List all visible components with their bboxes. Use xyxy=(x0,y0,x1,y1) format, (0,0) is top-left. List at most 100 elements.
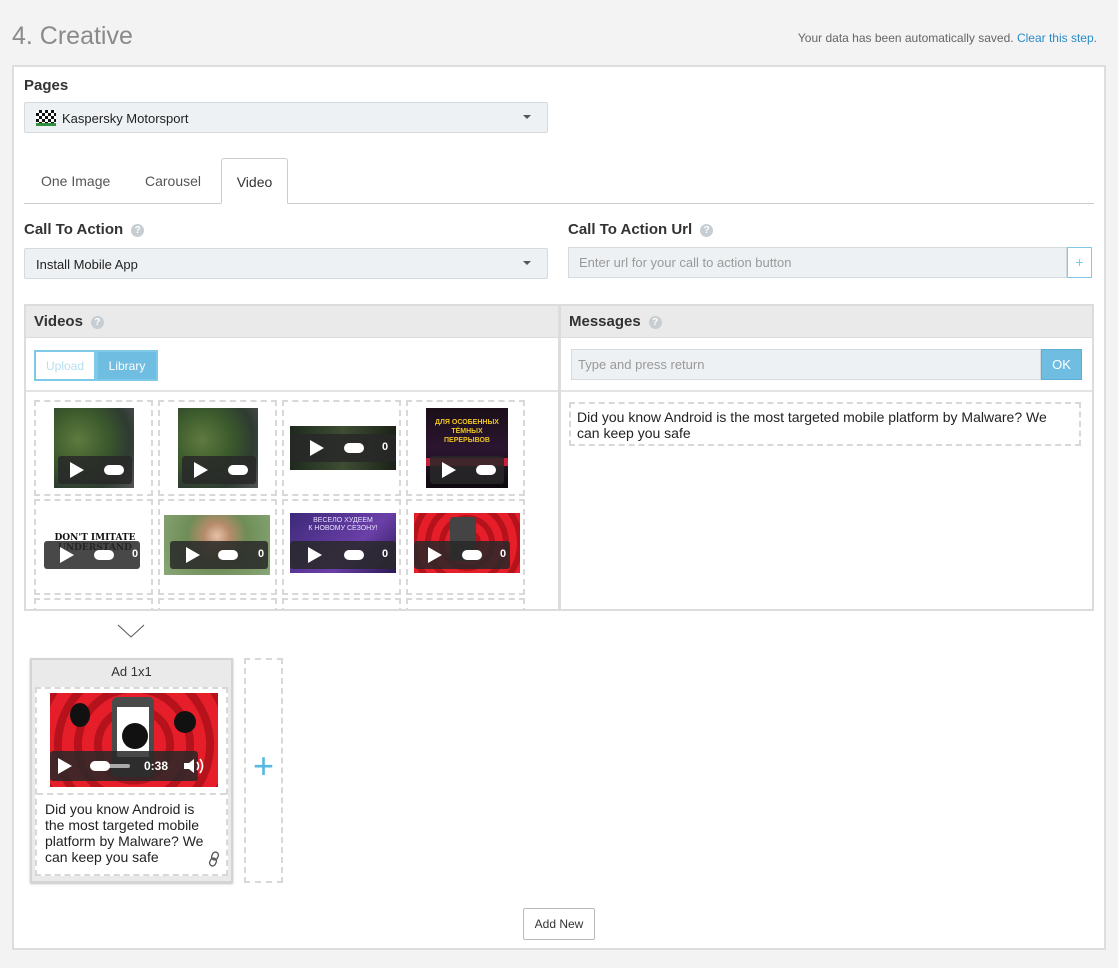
help-icon[interactable]: ? xyxy=(700,223,714,237)
video-time: 0 xyxy=(500,548,507,560)
cta-url-input[interactable]: Enter url for your call to action button xyxy=(568,247,1067,278)
ad-content: 0:38 Did you know Android is the most ta… xyxy=(35,687,228,876)
pages-select[interactable]: Kaspersky Motorsport xyxy=(24,102,548,133)
video-time: 0 xyxy=(382,441,389,453)
video-controls[interactable]: 0 xyxy=(44,541,140,569)
video-thumb-cell[interactable] xyxy=(34,598,153,609)
play-icon[interactable] xyxy=(58,758,72,774)
videos-title: Videos xyxy=(34,313,83,330)
messages-box: Messages? Type and press return OK Did y… xyxy=(559,304,1094,611)
video-thumb-cell[interactable] xyxy=(158,400,277,496)
video-controls[interactable]: 0 xyxy=(290,541,396,569)
progress-knob[interactable] xyxy=(344,550,364,560)
step-title: 4. Creative xyxy=(12,22,133,50)
video-thumb-cell[interactable]: DON'T IMITATE UNDERSTAND 0 xyxy=(34,499,153,595)
video-controls[interactable] xyxy=(430,456,504,484)
cta-url-label-text: Call To Action Url xyxy=(568,221,693,238)
creative-panel: Pages Kaspersky Motorsport One Image Car… xyxy=(12,65,1106,950)
help-icon[interactable]: ? xyxy=(131,223,145,237)
play-icon[interactable] xyxy=(60,547,74,563)
video-controls[interactable] xyxy=(182,456,256,484)
pages-selected-value: Kaspersky Motorsport xyxy=(62,111,189,126)
video-thumb-cell[interactable] xyxy=(158,598,277,609)
cta-select[interactable]: Install Mobile App xyxy=(24,248,548,279)
progress-knob[interactable] xyxy=(476,465,496,475)
video-thumb-cell[interactable] xyxy=(282,598,401,609)
library-button[interactable]: Library xyxy=(96,350,158,381)
video-time: 0 xyxy=(382,548,389,560)
video-controls[interactable]: 0 xyxy=(170,541,268,569)
video-controls[interactable]: 0 xyxy=(414,541,510,569)
add-ad-slot[interactable]: + xyxy=(244,658,283,883)
progress-knob[interactable] xyxy=(344,443,364,453)
messages-header: Messages? xyxy=(561,306,1092,338)
upload-button[interactable]: Upload xyxy=(34,350,96,381)
malware-bug xyxy=(122,723,148,749)
progress-knob[interactable] xyxy=(218,550,238,560)
progress-knob[interactable] xyxy=(94,550,114,560)
video-thumb-cell[interactable] xyxy=(34,400,153,496)
video-time: 0 xyxy=(132,548,139,560)
video-thumb-cell[interactable]: 0 xyxy=(158,499,277,595)
ad-title: Ad 1x1 xyxy=(111,664,152,679)
caret-down-icon xyxy=(523,115,531,119)
play-icon[interactable] xyxy=(70,462,84,478)
cta-selected-value: Install Mobile App xyxy=(36,257,138,272)
videos-box: Videos? Upload Library 0 ДЛЯ ОСОБЕННЫХ Т… xyxy=(24,304,560,611)
autosave-text: Your data has been automatically saved. xyxy=(797,31,1014,45)
help-icon[interactable]: ? xyxy=(648,315,662,329)
play-icon[interactable] xyxy=(186,547,200,563)
malware-bug xyxy=(174,711,196,733)
checkered-flag-icon xyxy=(36,110,56,126)
progress-knob[interactable] xyxy=(462,550,482,560)
message-ok-button[interactable]: OK xyxy=(1041,349,1082,380)
play-icon[interactable] xyxy=(194,462,208,478)
caret-down-icon xyxy=(523,261,531,265)
thumbnail-caption: ДЛЯ ОСОБЕННЫХ ТЁМНЫХ ПЕРЕРЫВОВ xyxy=(435,419,499,444)
autosave-notice: Your data has been automatically saved. … xyxy=(798,31,1097,45)
tab-one-image[interactable]: One Image xyxy=(41,158,111,204)
clear-step-link[interactable]: Clear this step. xyxy=(1017,31,1097,45)
video-thumb-cell[interactable]: 0 xyxy=(282,400,401,496)
plus-icon[interactable]: + xyxy=(253,746,274,786)
play-icon[interactable] xyxy=(442,462,456,478)
video-library-grid: 0 ДЛЯ ОСОБЕННЫХ ТЁМНЫХ ПЕРЕРЫВОВ DON'T I… xyxy=(26,392,558,609)
message-card[interactable]: Did you know Android is the most targete… xyxy=(569,402,1081,446)
cta-label: Call To Action? xyxy=(24,221,145,238)
video-thumb-cell[interactable]: ДЛЯ ОСОБЕННЫХ ТЁМНЫХ ПЕРЕРЫВОВ xyxy=(406,400,525,496)
video-controls[interactable] xyxy=(58,456,132,484)
divider xyxy=(37,793,226,795)
message-input[interactable]: Type and press return xyxy=(571,349,1041,380)
progress-knob[interactable] xyxy=(104,465,124,475)
volume-icon[interactable] xyxy=(182,757,206,775)
play-icon[interactable] xyxy=(428,547,442,563)
divider xyxy=(561,390,1092,392)
progress-knob[interactable] xyxy=(90,761,110,771)
progress-knob[interactable] xyxy=(228,465,248,475)
help-icon[interactable]: ? xyxy=(90,315,104,329)
tab-video[interactable]: Video xyxy=(221,158,288,204)
tab-carousel[interactable]: Carousel xyxy=(145,158,205,204)
ad-card: Ad 1x1 0:38 Did you know Android is the … xyxy=(30,658,233,883)
thumbnail-caption: ВЕСЕЛО ХУДЕЕМ К НОВОМУ СЕЗОНУ! xyxy=(308,517,378,532)
creative-tabs: One Image Carousel Video xyxy=(24,158,1094,204)
chevron-down-icon xyxy=(117,624,145,638)
pages-label: Pages xyxy=(24,77,69,94)
video-thumb-cell[interactable]: ВЕСЕЛО ХУДЕЕМ К НОВОМУ СЕЗОНУ! 0 xyxy=(282,499,401,595)
cta-url-add-button[interactable]: + xyxy=(1067,247,1092,278)
video-thumb-cell[interactable] xyxy=(406,598,525,609)
video-controls[interactable]: 0 xyxy=(290,434,396,462)
malware-bug xyxy=(70,703,90,727)
cta-label-text: Call To Action xyxy=(24,221,124,238)
video-thumb-cell[interactable]: 0 xyxy=(406,499,525,595)
ad-video-controls[interactable]: 0:38 xyxy=(50,751,204,781)
play-icon[interactable] xyxy=(308,547,322,563)
ad-video-time: 0:38 xyxy=(144,759,169,773)
video-time: 0 xyxy=(258,548,265,560)
cta-url-label: Call To Action Url? xyxy=(568,221,714,238)
ad-text[interactable]: Did you know Android is the most targete… xyxy=(45,801,215,865)
add-new-button[interactable]: Add New xyxy=(523,908,595,940)
videos-header: Videos? xyxy=(26,306,558,338)
play-icon[interactable] xyxy=(310,440,324,456)
link-icon[interactable] xyxy=(207,851,221,867)
